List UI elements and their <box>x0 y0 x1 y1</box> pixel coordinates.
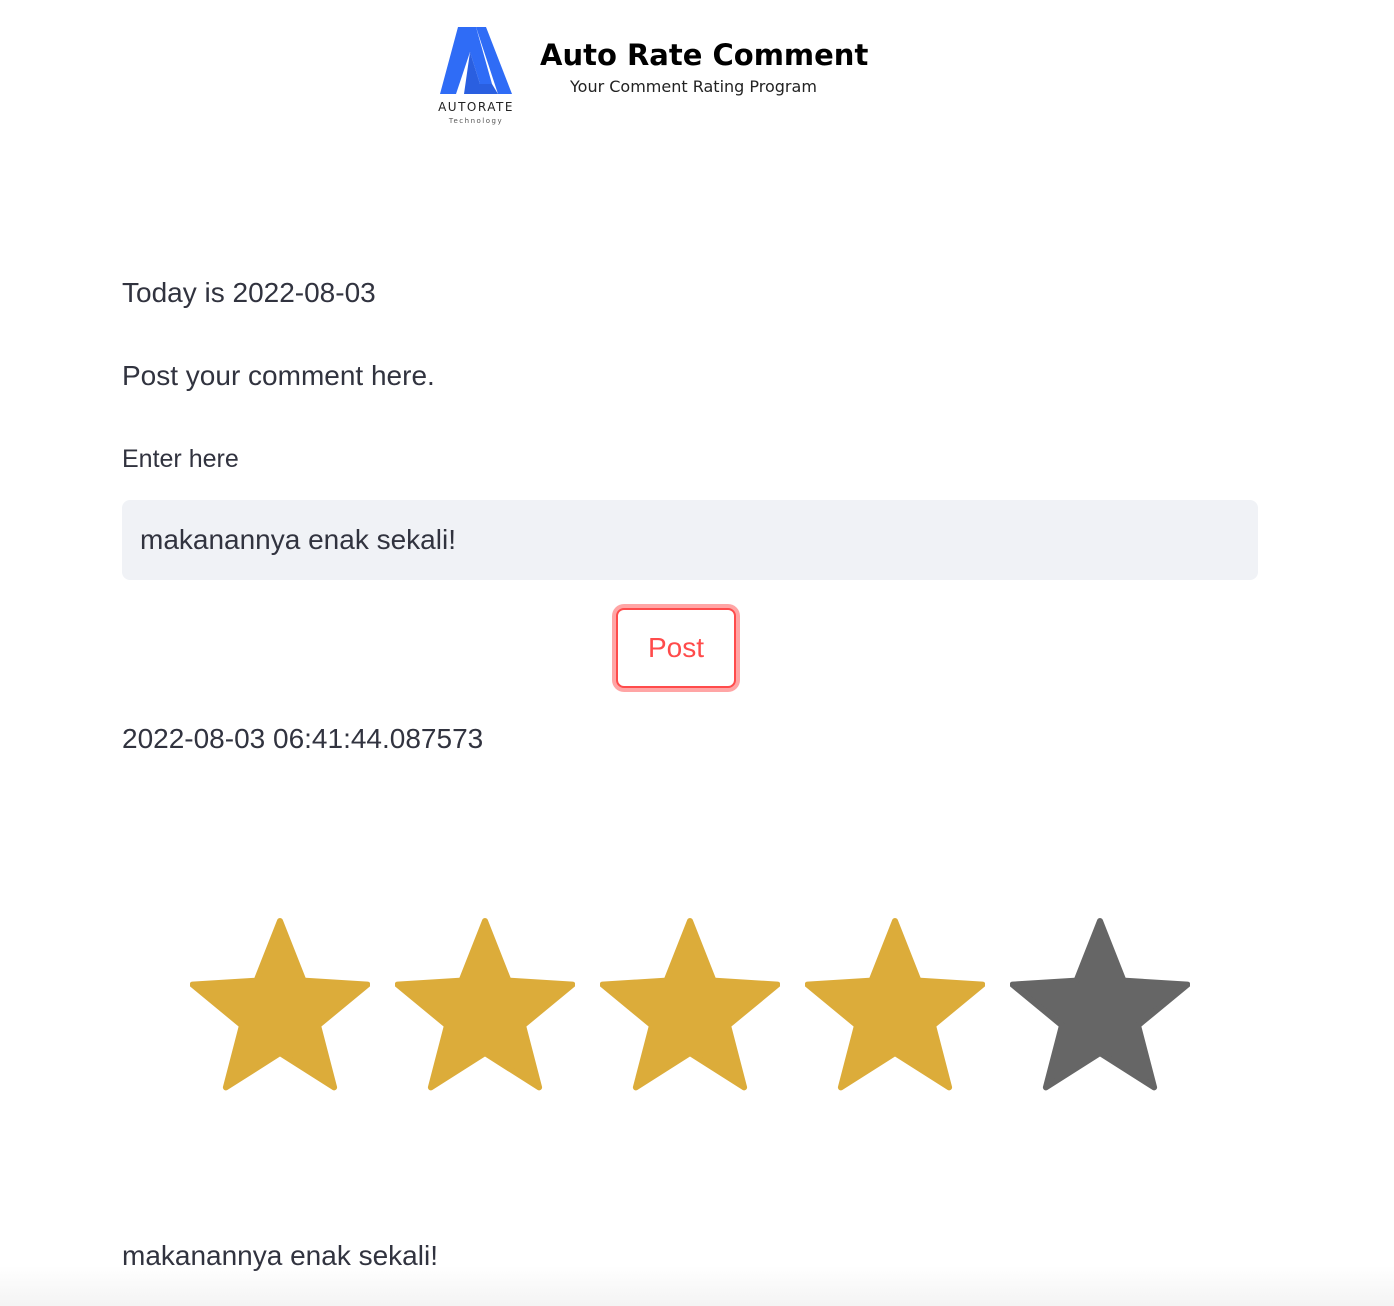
post-timestamp: 2022-08-03 06:41:44.087573 <box>122 723 484 754</box>
app-tagline: Your Comment Rating Program <box>570 77 817 96</box>
today-date-text: Today is 2022-08-03 <box>122 277 376 308</box>
post-button[interactable]: Post <box>616 608 736 688</box>
bottom-fade <box>0 1266 1394 1306</box>
page: AUTORATE Technology Auto Rate Comment Yo… <box>0 0 1394 1306</box>
logo-subtext: Technology <box>448 117 504 125</box>
app-title: Auto Rate Comment <box>540 38 869 72</box>
posted-comment-text: makanannya enak sekali! <box>122 1240 438 1271</box>
star-filled-icon <box>395 918 575 1091</box>
star-filled-icon <box>805 918 985 1091</box>
star-rating <box>190 915 1200 1095</box>
post-prompt-text: Post your comment here. <box>122 360 435 391</box>
logo-wordmark: AUTORATE <box>438 100 514 114</box>
header-banner: AUTORATE Technology Auto Rate Comment Yo… <box>420 22 890 132</box>
star-filled-icon <box>600 918 780 1091</box>
star-filled-icon <box>190 918 370 1091</box>
star-empty-icon <box>1010 918 1190 1091</box>
comment-input-label: Enter here <box>122 445 239 473</box>
comment-input[interactable] <box>122 500 1258 580</box>
